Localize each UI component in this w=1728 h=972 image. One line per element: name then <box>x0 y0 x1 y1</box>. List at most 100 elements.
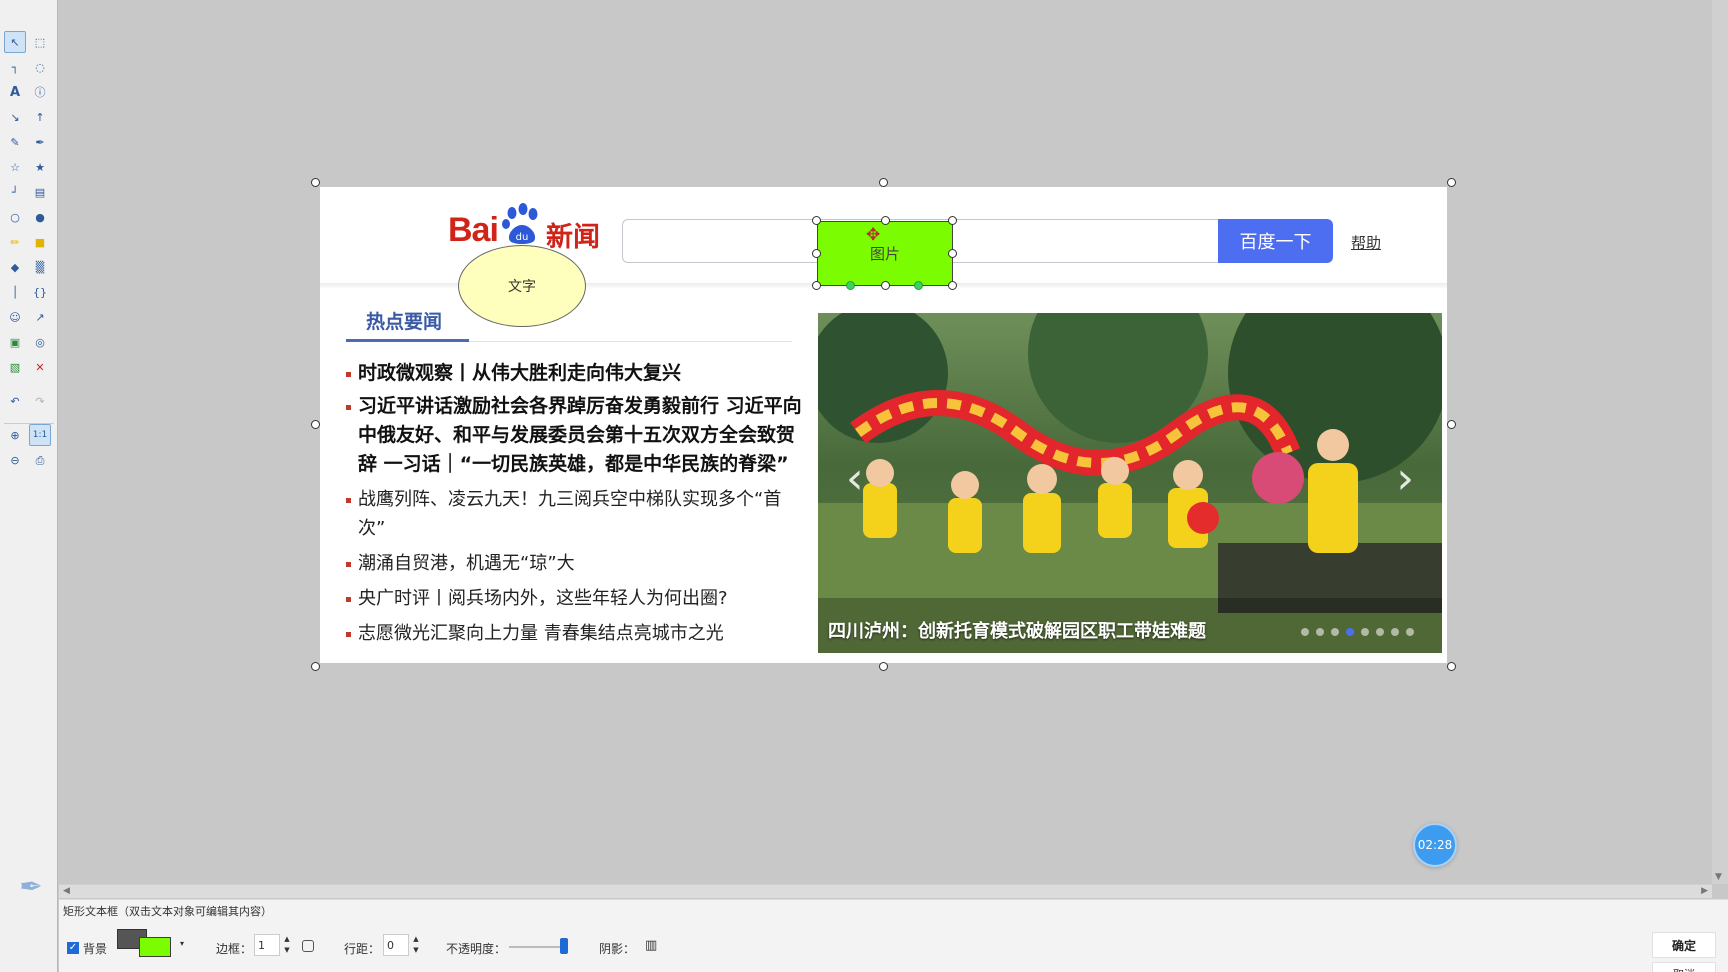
news-item[interactable]: 时政微观察丨从伟大胜利走向伟大复兴 <box>346 359 806 388</box>
help-link[interactable]: 帮助 <box>1351 232 1381 253</box>
select-pointer-icon[interactable]: ↖ <box>4 31 26 53</box>
background-checkbox[interactable]: ✓ <box>67 942 79 954</box>
carousel-caption[interactable]: 四川泸州：创新托育模式破解园区职工带娃难题 <box>828 617 1206 643</box>
opacity-slider[interactable] <box>509 946 567 948</box>
carousel-dot[interactable] <box>1301 628 1309 636</box>
annotation-handle-e[interactable] <box>948 249 957 258</box>
horizontal-scrollbar[interactable]: ◀ ▶ <box>59 884 1712 898</box>
tab-hot-news[interactable]: 热点要闻 <box>366 307 442 334</box>
highlighter-icon[interactable]: ✏ <box>4 231 26 253</box>
rectangle-text-annotation[interactable]: 图片 <box>817 221 953 286</box>
resize-handle-s[interactable] <box>879 662 888 671</box>
image-insert-icon[interactable]: ▣ <box>4 331 26 353</box>
ellipse-text-annotation[interactable]: 文字 <box>458 245 586 327</box>
lasso-icon[interactable]: ◌ <box>29 56 51 78</box>
marker-tool-icon[interactable]: ✒ <box>29 131 51 153</box>
carousel-next-button[interactable]: › <box>1396 453 1414 504</box>
rectangle-tool-icon[interactable]: ▤ <box>29 181 51 203</box>
zoom-out-icon[interactable]: ⊖ <box>4 449 26 471</box>
resize-handle-nw[interactable] <box>311 178 320 187</box>
brackets-icon[interactable]: {} <box>29 281 51 303</box>
pen-tool-icon[interactable]: ✎ <box>4 131 26 153</box>
scroll-down-icon[interactable]: ▼ <box>1715 872 1722 882</box>
annotation-handle-n[interactable] <box>881 216 890 225</box>
annotation-handle-s[interactable] <box>881 281 890 290</box>
news-item[interactable]: 潮涌自贸港，机遇无“琼”大 <box>346 549 806 578</box>
print-icon[interactable]: ⎙ <box>29 449 51 471</box>
carousel-dot[interactable] <box>1361 628 1369 636</box>
rounded-corner-toggle[interactable] <box>302 940 314 952</box>
carousel-dot[interactable] <box>1406 628 1414 636</box>
line-tool-icon[interactable]: ┘ <box>4 181 26 203</box>
carousel-dot[interactable] <box>1391 628 1399 636</box>
baidu-news-logo: Bai du 新闻 <box>448 203 603 253</box>
annotation-handle-ne[interactable] <box>948 216 957 225</box>
crop-icon[interactable]: ┐ <box>4 56 26 78</box>
mosaic-icon[interactable]: ▒ <box>29 256 51 278</box>
scroll-left-icon[interactable]: ◀ <box>63 886 70 896</box>
carousel-photo[interactable] <box>818 313 1442 653</box>
carousel-dot[interactable] <box>1316 628 1324 636</box>
carousel-dot[interactable] <box>1376 628 1384 636</box>
background-label: 背景 <box>83 942 108 956</box>
border-width-input[interactable]: 1 <box>254 934 280 956</box>
cancel-button[interactable]: 取消 <box>1652 962 1716 972</box>
carousel-prev-button[interactable]: ‹ <box>846 453 864 504</box>
resize-handle-ne[interactable] <box>1447 178 1456 187</box>
step-icon[interactable]: ↗ <box>29 306 51 328</box>
select-region-icon[interactable]: ⬚ <box>29 31 51 53</box>
border-width-stepper[interactable]: ▲ ▼ <box>281 934 293 956</box>
redo-icon[interactable]: ↷ <box>29 390 51 412</box>
news-carousel[interactable]: ‹ › 四川泸州：创新托育模式破解园区职工带娃难题 <box>818 313 1442 653</box>
text-tool-icon[interactable]: A <box>4 81 26 103</box>
annotation-handle-w[interactable] <box>812 249 821 258</box>
baidu-search-button[interactable]: 百度一下 <box>1218 219 1333 263</box>
news-item[interactable]: 战鹰列阵、凌云九天！九三阅兵空中梯队实现多个“首次” <box>346 485 806 543</box>
recording-timer[interactable]: 02:28 <box>1413 823 1457 867</box>
undo-icon[interactable]: ↶ <box>4 390 26 412</box>
annotation-curve-handle-left[interactable] <box>846 281 855 290</box>
filled-rectangle-icon[interactable]: ■ <box>29 231 51 253</box>
star-outline-icon[interactable]: ☆ <box>4 156 26 178</box>
line-spacing-input[interactable]: 0 <box>383 934 409 956</box>
info-tool-icon[interactable]: ⓘ <box>29 81 51 103</box>
line-spacing-stepper[interactable]: ▲ ▼ <box>410 934 422 956</box>
fill-bucket-icon[interactable]: ◆ <box>4 256 26 278</box>
up-arrow-tool-icon[interactable]: ↑ <box>29 106 51 128</box>
annotation-handle-sw[interactable] <box>812 281 821 290</box>
logo-text-news: 新闻 <box>546 222 600 253</box>
actual-size-icon[interactable]: 1:1 <box>29 424 51 446</box>
resize-handle-se[interactable] <box>1447 662 1456 671</box>
target-icon[interactable]: ◎ <box>29 331 51 353</box>
shadow-icon[interactable]: ▥ <box>645 938 657 953</box>
carousel-dot[interactable] <box>1346 628 1354 636</box>
stamp-icon[interactable]: ★ <box>29 156 51 178</box>
svg-text:du: du <box>516 232 529 243</box>
ellipse-tool-icon[interactable]: ○ <box>4 206 26 228</box>
vertical-line-icon[interactable]: │ <box>4 281 26 303</box>
confirm-button[interactable]: 确定 <box>1652 932 1716 958</box>
resize-handle-sw[interactable] <box>311 662 320 671</box>
emoji-icon[interactable]: ☺ <box>4 306 26 328</box>
news-item[interactable]: 志愿微光汇聚向上力量 青春集结点亮城市之光 <box>346 619 806 648</box>
resize-handle-e[interactable] <box>1447 420 1456 429</box>
scroll-right-icon[interactable]: ▶ <box>1701 886 1708 896</box>
color-dropdown-icon[interactable]: ▾ <box>180 939 184 948</box>
news-item[interactable]: 习近平讲话激励社会各界踔厉奋发勇毅前行 习近平向中俄友好、和平与发展委员会第十五… <box>346 392 806 479</box>
annotation-handle-se[interactable] <box>948 281 957 290</box>
carousel-dot[interactable] <box>1331 628 1339 636</box>
zoom-in-icon[interactable]: ⊕ <box>4 424 26 446</box>
news-item[interactable]: 央广时评丨阅兵场内外，这些年轻人为何出圈? <box>346 584 806 613</box>
carousel-dots <box>1301 628 1414 636</box>
annotation-curve-handle-right[interactable] <box>914 281 923 290</box>
fill-color-swatch[interactable] <box>139 937 171 957</box>
annotation-handle-nw[interactable] <box>812 216 821 225</box>
delete-icon[interactable]: ✕ <box>29 356 51 378</box>
opacity-slider-thumb[interactable] <box>560 938 569 954</box>
vertical-scrollbar[interactable]: ▼ <box>1712 0 1728 884</box>
resize-handle-n[interactable] <box>879 178 888 187</box>
resize-handle-w[interactable] <box>311 420 320 429</box>
layer-icon[interactable]: ▧ <box>4 356 26 378</box>
filled-ellipse-tool-icon[interactable]: ● <box>29 206 51 228</box>
arrow-tool-icon[interactable]: ↘ <box>4 106 26 128</box>
